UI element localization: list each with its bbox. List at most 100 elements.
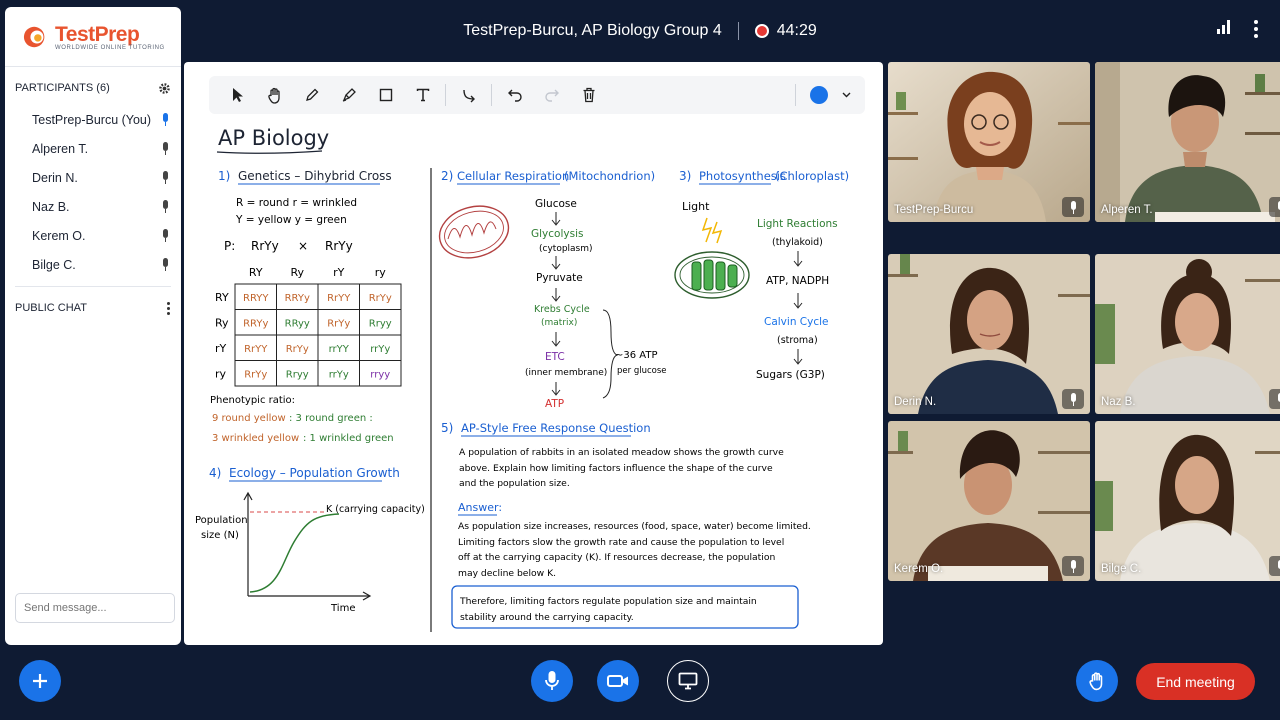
more-options-button[interactable]: [1254, 20, 1258, 38]
video-tile[interactable]: Bilge C.: [1095, 421, 1280, 581]
video-tile[interactable]: Derin N.: [888, 254, 1090, 414]
mic-off-icon[interactable]: [1062, 556, 1084, 576]
punnett-row-header: Ry: [215, 316, 229, 329]
hand-tool-icon[interactable]: [256, 80, 293, 110]
brand-logo: TestPrep WORLDWIDE ONLINE TUTORING: [5, 7, 181, 67]
punnett-genotype: RRYy: [285, 293, 310, 304]
highlighter-tool-icon[interactable]: [330, 80, 367, 110]
text-tool-icon[interactable]: [404, 80, 441, 110]
punnett-genotype: rryy: [370, 369, 390, 380]
header-divider: [737, 22, 739, 40]
shape-tool-icon[interactable]: [367, 80, 404, 110]
respiration-heading-suffix: (Mitochondrion): [564, 169, 655, 183]
raise-hand-button[interactable]: [1076, 660, 1118, 702]
board-title: AP Biology: [218, 126, 329, 150]
ecology-xlabel: Time: [330, 603, 355, 614]
resp-step: (inner membrane): [525, 368, 607, 378]
participant-name: Derin N.: [32, 170, 78, 185]
cross-p-label: P:: [224, 239, 235, 253]
trash-icon[interactable]: [570, 80, 607, 110]
participants-list: TestPrep-Burcu (You) Alperen T. Derin N.…: [5, 105, 181, 279]
punnett-col-header: Ry: [290, 266, 304, 279]
mic-icon: [161, 229, 169, 242]
chevron-down-icon[interactable]: [837, 80, 855, 110]
genetics-key-1: R = round r = wrinkled: [236, 197, 357, 209]
pen-color-picker[interactable]: [800, 80, 837, 110]
cross-parent-b: RrYy: [325, 239, 353, 253]
redo-icon[interactable]: [533, 80, 570, 110]
camera-icon: [607, 675, 628, 687]
photo-step: Calvin Cycle: [764, 316, 829, 328]
ecology-ylabel-1: Population: [195, 515, 248, 526]
add-button[interactable]: [19, 660, 61, 702]
light-ray-icon: [701, 217, 723, 244]
brand-tagline: WORLDWIDE ONLINE TUTORING: [55, 44, 165, 51]
cross-parent-a: RrYy: [251, 239, 279, 253]
video-tile-name: TestPrep-Burcu: [894, 204, 974, 216]
resp-step: Glucose: [535, 198, 577, 210]
undo-icon[interactable]: [496, 80, 533, 110]
respiration-heading: Cellular Respiration: [457, 169, 569, 183]
pen-tool-icon[interactable]: [293, 80, 330, 110]
mic-off-icon[interactable]: [1269, 556, 1280, 576]
participant-item[interactable]: TestPrep-Burcu (You): [5, 105, 181, 134]
video-tile-name: Kerem O.: [894, 563, 944, 575]
genetics-heading: Genetics – Dihybrid Cross: [238, 169, 392, 183]
participant-video: [1095, 421, 1280, 581]
camera-button[interactable]: [597, 660, 639, 702]
video-tile-name: Alperen T.: [1101, 204, 1153, 216]
frq-answer-line: As population size increases, resources …: [458, 521, 811, 532]
participant-name: Alperen T.: [32, 141, 89, 156]
microphone-button[interactable]: [531, 660, 573, 702]
chat-message-input[interactable]: [15, 593, 175, 623]
connection-signal-icon[interactable]: [1217, 20, 1230, 34]
gear-icon[interactable]: [158, 82, 171, 95]
mic-off-icon[interactable]: [1269, 197, 1280, 217]
screen-share-button[interactable]: [667, 660, 709, 702]
video-tile[interactable]: Naz B.: [1095, 254, 1280, 414]
mic-off-icon[interactable]: [1269, 389, 1280, 409]
punnett-genotype: Rryy: [286, 369, 309, 380]
participant-name: Naz B.: [32, 199, 70, 214]
frq-answer-label: Answer:: [458, 501, 502, 514]
ratio-round-yellow: 9 round yellow: [212, 413, 286, 424]
end-meeting-button[interactable]: End meeting: [1136, 663, 1255, 700]
meeting-title: TestPrep-Burcu, AP Biology Group 4: [463, 22, 722, 39]
participant-item[interactable]: Alperen T.: [5, 134, 181, 163]
whiteboard-canvas[interactable]: AP Biology 1) Genetics – Dihybrid Cross …: [184, 62, 883, 645]
participant-item[interactable]: Kerem O.: [5, 221, 181, 250]
punnett-col-header: ry: [375, 266, 387, 279]
participant-item[interactable]: Naz B.: [5, 192, 181, 221]
ecology-ylabel-2: size (N): [201, 530, 239, 541]
participant-item[interactable]: Bilge C.: [5, 250, 181, 279]
brand-name: TestPrep: [55, 22, 140, 46]
whiteboard[interactable]: AP Biology 1) Genetics – Dihybrid Cross …: [184, 62, 883, 645]
participant-name: TestPrep-Burcu (You): [32, 112, 152, 127]
video-tile-name: Bilge C.: [1101, 563, 1142, 575]
video-tile[interactable]: Alperen T.: [1095, 62, 1280, 222]
participant-video: [888, 254, 1090, 414]
meeting-header: TestPrep-Burcu, AP Biology Group 4 44:29: [0, 22, 1280, 40]
ratio-round-green: : 3 round green :: [289, 413, 373, 424]
recording-icon: [754, 24, 769, 38]
chat-options-button[interactable]: [165, 301, 171, 315]
frq-answer-line: may decline below K.: [458, 568, 556, 579]
mic-icon: [161, 258, 169, 271]
participant-name: Bilge C.: [32, 257, 76, 272]
video-tile[interactable]: TestPrep-Burcu: [888, 62, 1090, 222]
select-tool-icon[interactable]: [219, 80, 256, 110]
punnett-genotype: rrYy: [329, 369, 349, 380]
connector-tool-icon[interactable]: [450, 80, 487, 110]
video-tile[interactable]: Kerem O.: [888, 421, 1090, 581]
punnett-genotype: RrYy: [244, 369, 267, 380]
participant-video: [1095, 254, 1280, 414]
raise-hand-icon: [1089, 672, 1103, 691]
mic-off-icon[interactable]: [1062, 389, 1084, 409]
participant-name: Kerem O.: [32, 228, 86, 243]
ecology-heading-number: 4): [209, 466, 221, 480]
mic-icon[interactable]: [1062, 197, 1084, 217]
mitochondrion-drawing: [438, 205, 510, 259]
participant-item[interactable]: Derin N.: [5, 163, 181, 192]
frq-answer-line: off at the carrying capacity (K). If res…: [458, 552, 775, 563]
mic-active-icon: [161, 113, 169, 126]
